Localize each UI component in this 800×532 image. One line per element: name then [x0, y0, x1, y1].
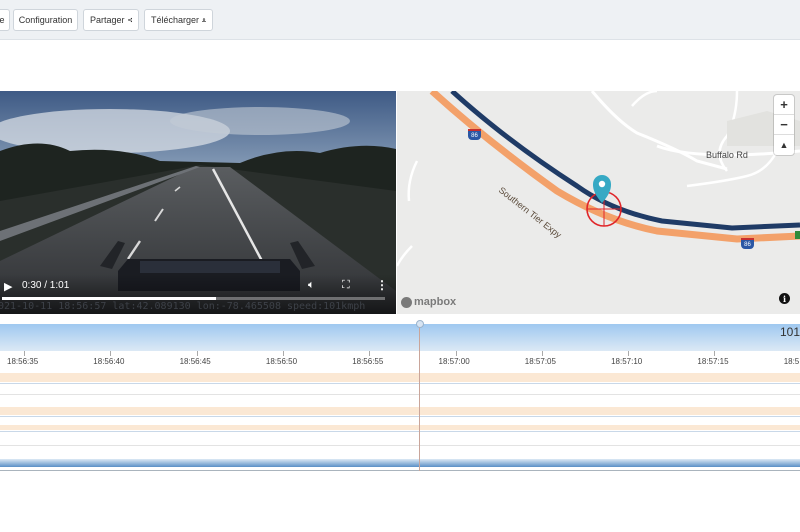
- timeline-tick-label: 18:57:00: [438, 357, 470, 366]
- timeline-cursor-handle[interactable]: [416, 320, 424, 328]
- timeline-lane-divider: [0, 445, 800, 446]
- compass-button[interactable]: ▲: [774, 135, 794, 155]
- timeline-tick-mark: [369, 351, 371, 356]
- shield-2-label: 86: [744, 241, 751, 248]
- volume-icon[interactable]: 🔈︎: [308, 279, 315, 292]
- timeline-tick-mark: [541, 351, 543, 356]
- timeline-bottom-track: [0, 459, 800, 467]
- toolbar: e Configuration Partager Télécharger: [0, 0, 800, 40]
- timeline-lane: [0, 373, 800, 382]
- configuration-button[interactable]: Configuration: [13, 9, 78, 31]
- mapbox-logo[interactable]: mapbox: [401, 296, 456, 308]
- timeline-bottom-divider: [0, 470, 800, 471]
- timeline-lane-divider: [0, 394, 800, 395]
- timeline-lane-divider: [0, 416, 800, 417]
- timeline-tick-label: 18:57:15: [697, 357, 729, 366]
- map-navigation-controls: + − ▲: [774, 95, 794, 155]
- timeline-tick-mark: [714, 351, 716, 356]
- dashcam-video-player[interactable]: ▶ 0:30 / 1:01 🔈︎ ⛶ ⋮ 021-10-11 18:56:57 …: [0, 91, 396, 314]
- timeline-cursor-line: [419, 321, 420, 471]
- timeline-lane: [0, 425, 800, 430]
- share-label: Partager: [90, 15, 125, 25]
- timeline-tick-mark: [455, 351, 457, 356]
- telemetry-overlay: 021-10-11 18:56:57 lat:42.089130 lon:-78…: [0, 301, 366, 312]
- timeline-value: 101: [779, 325, 800, 339]
- truncated-button[interactable]: e: [0, 9, 10, 31]
- mapbox-logo-icon: [401, 296, 412, 308]
- timeline-tick-mark: [628, 351, 630, 356]
- timeline-tick-mark: [196, 351, 198, 356]
- map-panel[interactable]: 86 86 Southern Tier Expy Buffalo Rd + − …: [397, 91, 800, 314]
- share-button[interactable]: Partager: [83, 9, 139, 31]
- timeline-tick-label: 18:56:35: [7, 357, 39, 366]
- timeline-tick-label: 18:57:05: [524, 357, 556, 366]
- timeline-speed-bar: [0, 324, 800, 351]
- timeline-lane-divider: [0, 383, 800, 384]
- timeline-lane: [0, 407, 800, 415]
- play-icon[interactable]: ▶: [4, 280, 12, 293]
- timeline[interactable]: 101 18:56:35 18:56:40 18:56:45 18:56:50 18:5…: [0, 320, 800, 471]
- video-progress-fill: [2, 297, 217, 300]
- map-canvas: [397, 91, 800, 267]
- zoom-in-button[interactable]: +: [774, 95, 794, 115]
- shield-1-label: 86: [471, 132, 478, 139]
- configuration-label: Configuration: [18, 15, 73, 25]
- truncated-button-label: e: [0, 15, 5, 25]
- more-options-icon[interactable]: ⋮: [376, 278, 388, 292]
- video-time: 0:30 / 1:01: [22, 280, 70, 291]
- timeline-lane-divider: [0, 431, 800, 432]
- timeline-tick-mark: [24, 351, 25, 356]
- download-label: Télécharger: [151, 15, 200, 25]
- highway-shield-2: 86: [741, 238, 754, 249]
- zoom-out-button[interactable]: −: [774, 115, 794, 135]
- timeline-tick-label: 18:57:10: [611, 357, 643, 366]
- road-label-buffalo: Buffalo Rd: [706, 150, 748, 160]
- timeline-tick-mark: [110, 351, 112, 356]
- download-icon: [202, 18, 206, 22]
- fullscreen-icon[interactable]: ⛶: [342, 279, 350, 292]
- timeline-tick-label: 18:56:50: [265, 357, 298, 366]
- share-icon: [127, 17, 132, 23]
- info-icon[interactable]: i: [779, 293, 790, 304]
- timeline-tick-label: 18:56:40: [93, 357, 125, 366]
- video-progress-bar[interactable]: [2, 297, 385, 300]
- mapbox-logo-text: mapbox: [414, 296, 457, 308]
- timeline-tick-label: 18:56:45: [179, 357, 211, 366]
- download-button[interactable]: Télécharger: [144, 9, 213, 31]
- timeline-tick-mark: [282, 351, 284, 356]
- timeline-tick-label: 18:56:55: [352, 357, 384, 366]
- timeline-tick-label: 18:5: [783, 357, 800, 366]
- highway-shield-1: 86: [468, 129, 481, 140]
